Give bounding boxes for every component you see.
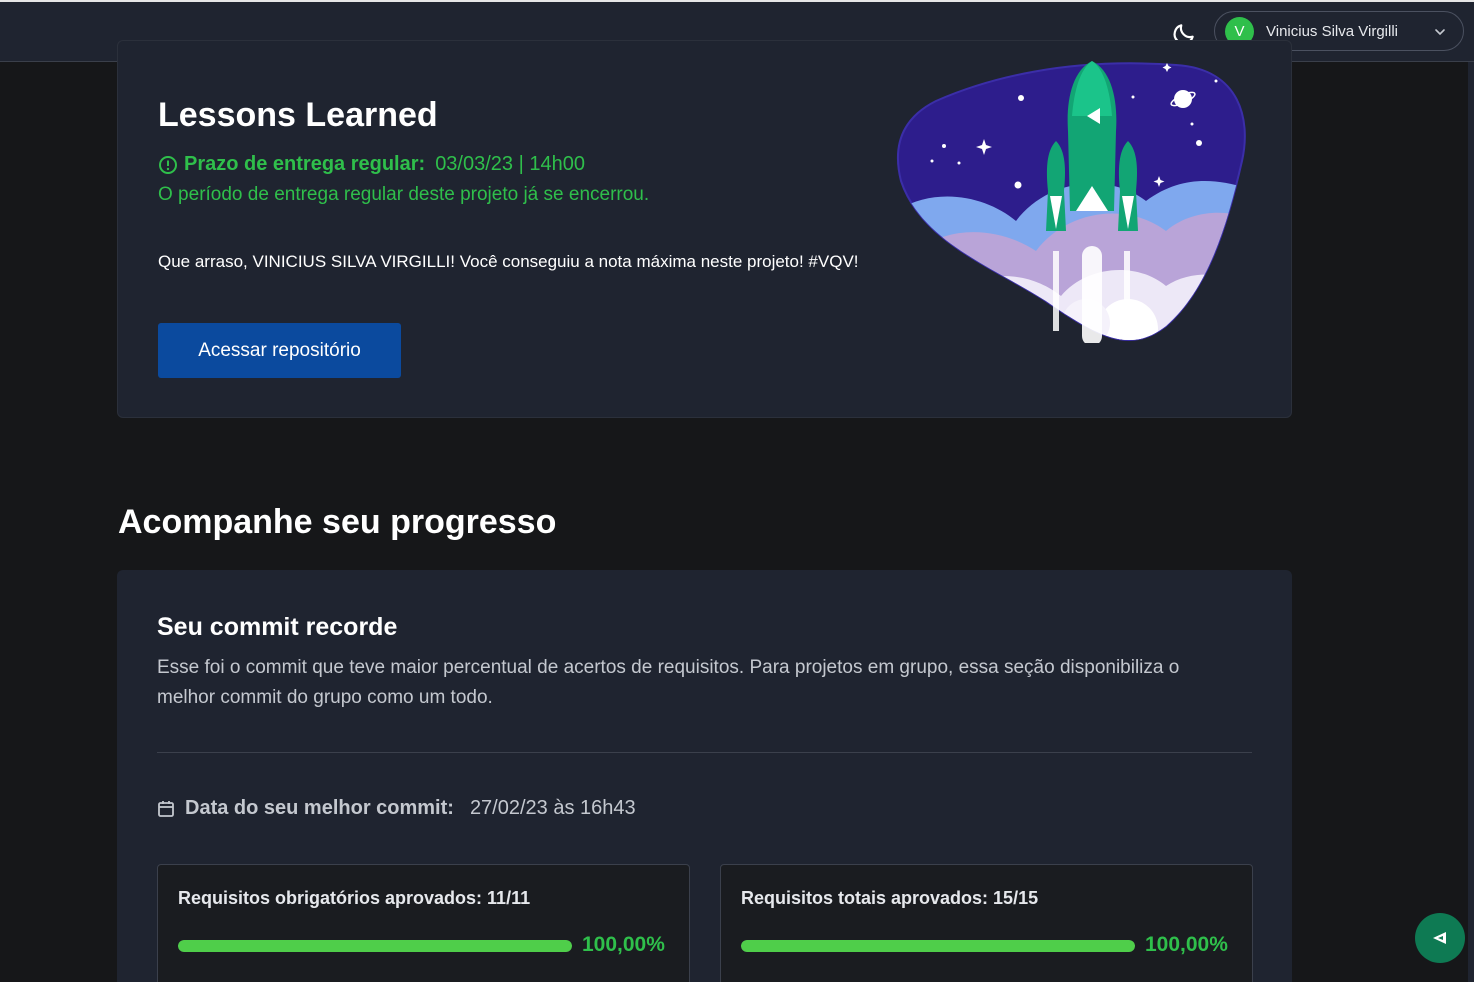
access-repository-button[interactable]: Acessar repositório: [158, 323, 401, 378]
requirement-label: Requisitos totais aprovados: 15/15: [741, 888, 1039, 908]
commit-title: Seu commit recorde: [157, 613, 398, 641]
total-requirements-card: Requisitos totais aprovados: 15/15 100,0…: [720, 864, 1253, 982]
requirement-progress-bar: [741, 940, 1135, 952]
mandatory-requirements-card: Requisitos obrigatórios aprovados: 11/11…: [157, 864, 690, 982]
requirement-progress-fill: [178, 940, 572, 952]
project-card: Lessons Learned Prazo de entrega regular…: [117, 40, 1292, 418]
best-commit-card: Seu commit recorde Esse foi o commit que…: [117, 570, 1292, 982]
requirement-progress-bar: [178, 940, 572, 952]
deadline-label: Prazo de entrega regular:: [184, 153, 426, 175]
project-title: Lessons Learned: [158, 96, 438, 134]
congrats-message: Que arraso, VINICIUS SILVA VIRGILLI! Voc…: [158, 252, 859, 271]
progress-section-title: Acompanhe seu progresso: [118, 503, 557, 541]
deadline-row: Prazo de entrega regular: 03/03/23 | 14h…: [158, 153, 585, 176]
help-chat-button[interactable]: [1415, 913, 1465, 963]
rocket-launch-illustration: [896, 61, 1246, 343]
commit-description: Esse foi o commit que teve maior percent…: [157, 657, 1180, 708]
best-commit-value: 27/02/23 às 16h43: [469, 797, 636, 819]
deadline-value: 03/03/23 | 14h00: [435, 153, 585, 175]
requirement-percent: 100,00%: [582, 933, 665, 956]
chevron-down-icon: [1435, 29, 1445, 36]
deadline-note: O período de entrega regular deste proje…: [158, 184, 650, 205]
best-commit-label: Data do seu melhor commit:: [185, 797, 454, 819]
clock-alert-icon: [159, 155, 177, 174]
user-name: Vinicius Silva Virgilli: [1266, 22, 1398, 40]
calendar-icon: [158, 800, 174, 817]
requirement-percent: 100,00%: [1145, 933, 1228, 956]
page-scrollbar[interactable]: [1468, 62, 1474, 982]
trybe-logo-icon: [1433, 932, 1446, 944]
requirement-progress-fill: [741, 940, 1135, 952]
best-commit-date-row: Data do seu melhor commit: 27/02/23 às 1…: [157, 797, 636, 820]
requirement-label: Requisitos obrigatórios aprovados: 11/11: [178, 888, 531, 908]
divider: [157, 752, 1252, 753]
